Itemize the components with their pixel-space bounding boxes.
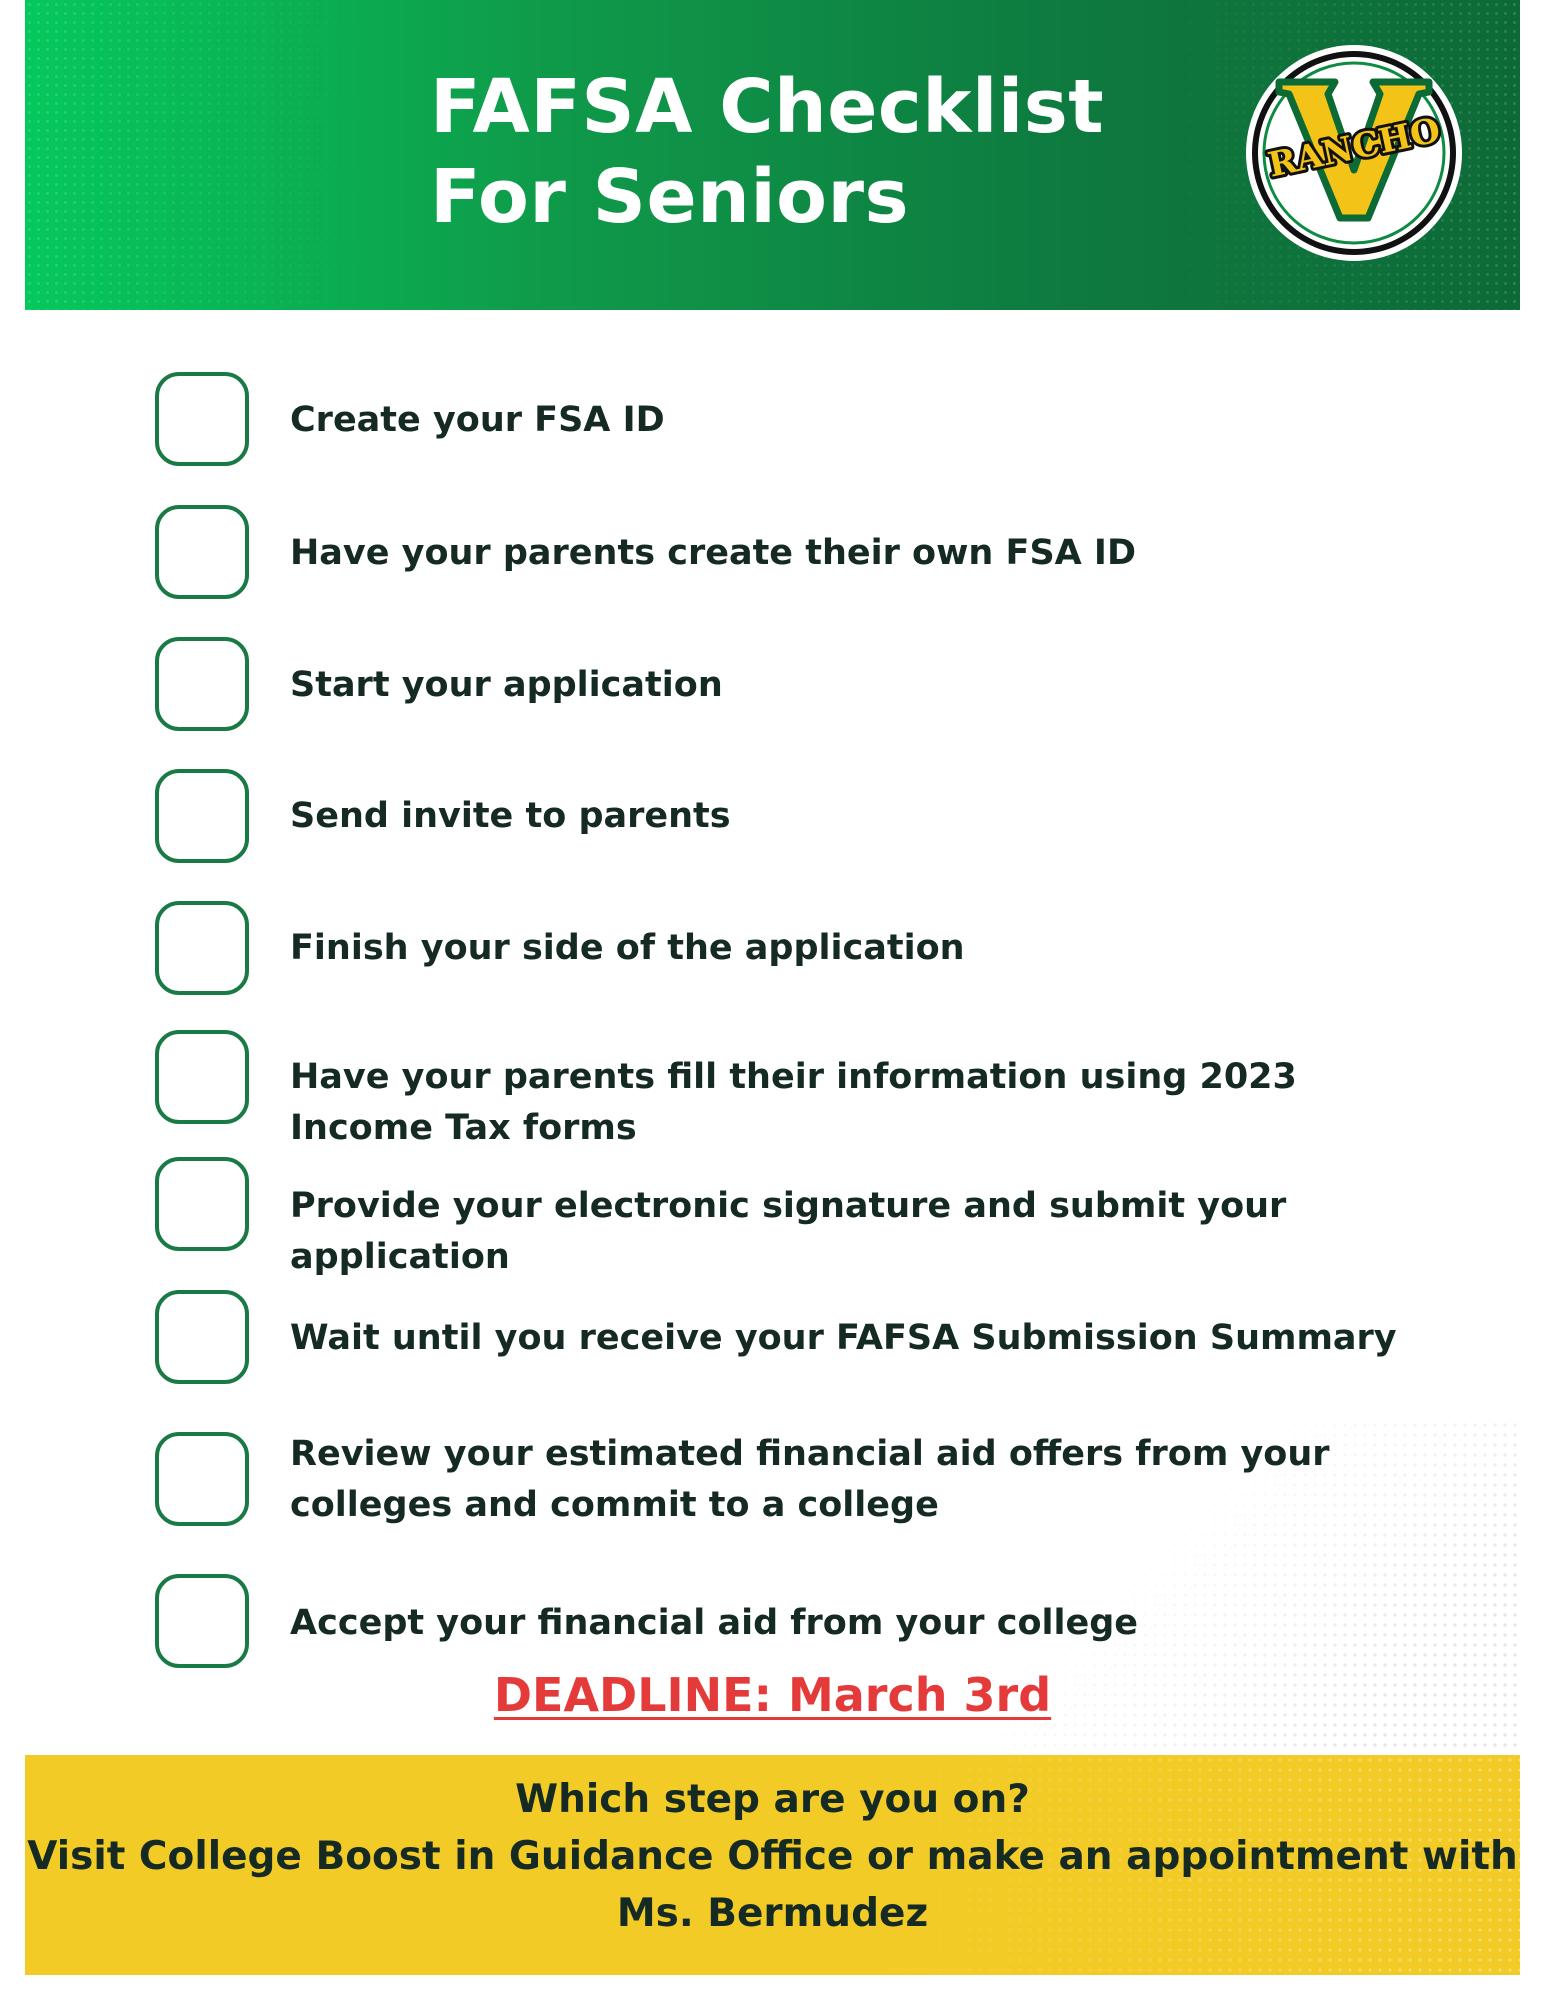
checkbox[interactable] [155, 901, 249, 995]
checklist-item-label: Wait until you receive your FAFSA Submis… [290, 1318, 1397, 1358]
checklist-item-label: Create your FSA ID [290, 400, 665, 440]
checkbox[interactable] [155, 1432, 249, 1526]
footer-line-1: Which step are you on? [515, 1777, 1030, 1822]
checkbox[interactable] [155, 769, 249, 863]
checklist-item-label: Have your parents create their own FSA I… [290, 533, 1136, 573]
footer-line-2: Visit College Boost in Guidance Office o… [27, 1834, 1518, 1879]
checkbox[interactable] [155, 1030, 249, 1124]
checklist-item-label: Review your estimated financial aid offe… [290, 1434, 1330, 1525]
checklist-item-label: Accept your financial aid from your coll… [290, 1603, 1139, 1643]
checkbox[interactable] [155, 637, 249, 731]
checklist-item-label: Provide your electronic signature and su… [290, 1186, 1287, 1277]
footer-line-3: Ms. Bermudez [616, 1891, 929, 1936]
checkbox[interactable] [155, 505, 249, 599]
footer-message: Which step are you on? Visit College Boo… [25, 1771, 1520, 1942]
checkbox[interactable] [155, 1157, 249, 1251]
checklist-item-label: Start your application [290, 665, 723, 705]
deadline-text: DEADLINE: March 3rd [493, 1668, 1052, 1722]
checklist-item-label: Finish your side of the application [290, 928, 965, 968]
checkbox[interactable] [155, 1574, 249, 1668]
checkbox[interactable] [155, 1290, 249, 1384]
checklist-item-label: Have your parents fill their information… [290, 1057, 1297, 1148]
footer-banner: Which step are you on? Visit College Boo… [25, 1755, 1520, 1975]
checklist-item-label: Send invite to parents [290, 796, 731, 836]
checkbox[interactable] [155, 372, 249, 466]
